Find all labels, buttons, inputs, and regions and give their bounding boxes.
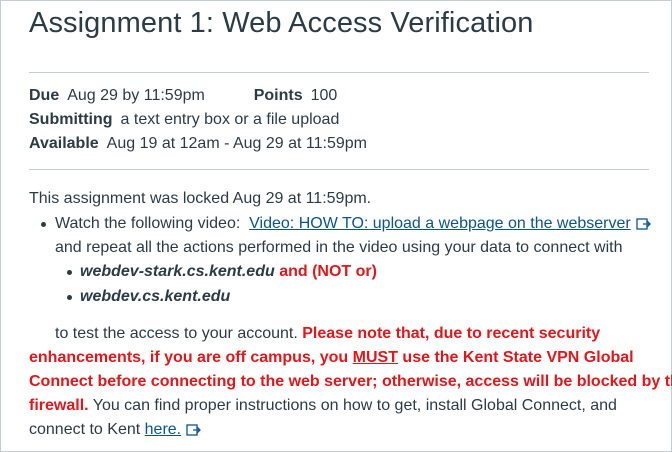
- must-emphasis: MUST: [352, 349, 398, 366]
- instructions-2: connect to Kent: [29, 421, 141, 438]
- available-value: Aug 19 at 12am - Aug 29 at 11:59pm: [106, 135, 367, 152]
- security-note-2b: use the Kent State VPN Global: [402, 349, 634, 366]
- test-access-line: to test the access to your account. Plea…: [55, 325, 600, 343]
- server-1: webdev-stark.cs.kent.edu: [80, 263, 275, 280]
- external-link-icon[interactable]: [636, 217, 652, 231]
- assignment-page: Assignment 1: Web Access Verification Du…: [0, 0, 672, 452]
- bullet-marker: [67, 270, 72, 275]
- submitting-value: a text entry box or a file upload: [120, 111, 340, 128]
- security-note-2a: enhancements, if you are off campus, you: [29, 349, 349, 366]
- server-2: webdev.cs.kent.edu: [80, 288, 231, 305]
- bullet-marker: [67, 295, 72, 300]
- locked-notice: This assignment was locked Aug 29 at 11:…: [29, 190, 372, 207]
- due-label: Due: [29, 87, 60, 104]
- instructions-1: You can find proper instructions on how …: [92, 397, 617, 414]
- bullet-marker: [41, 222, 46, 227]
- and-not-or: and (NOT or): [279, 263, 377, 280]
- watch-video-line: Watch the following video: Video: HOW TO…: [55, 215, 652, 233]
- submitting-row: Submitting a text entry box or a file upl…: [29, 111, 339, 129]
- test-text: to test the access to your account.: [55, 325, 298, 342]
- server-item-1: webdev-stark.cs.kent.edu and (NOT or): [80, 263, 377, 281]
- repeat-text: and repeat all the actions performed in …: [55, 239, 623, 256]
- available-label: Available: [29, 135, 99, 152]
- server-item-2: webdev.cs.kent.edu: [80, 288, 230, 306]
- due-row: Due Aug 29 by 11:59pm Points 100: [29, 87, 337, 105]
- security-note-3: Connect before connecting to the web ser…: [29, 373, 672, 390]
- external-link-icon[interactable]: [186, 423, 202, 437]
- title-divider: [29, 72, 649, 73]
- points-label: Points: [253, 87, 303, 104]
- security-note-4: firewall.: [29, 397, 89, 414]
- page-title: Assignment 1: Web Access Verification: [29, 7, 534, 39]
- available-row: Available Aug 19 at 12am - Aug 29 at 11:5…: [29, 135, 367, 153]
- due-value: Aug 29 by 11:59pm: [67, 87, 205, 104]
- here-link[interactable]: here.: [145, 421, 181, 438]
- meta-divider: [29, 169, 649, 170]
- video-link[interactable]: Video: HOW TO: upload a webpage on the w…: [249, 215, 631, 232]
- points-value: 100: [310, 87, 338, 104]
- firewall-line: firewall. You can find proper instructio…: [29, 397, 617, 415]
- security-note-1: Please note that, due to recent security: [302, 325, 601, 342]
- connect-line: connect to Kent here.: [29, 421, 202, 439]
- submitting-label: Submitting: [29, 111, 113, 128]
- security-note-line-2: enhancements, if you are off campus, you…: [29, 349, 634, 367]
- watch-prefix: Watch the following video:: [55, 215, 241, 232]
